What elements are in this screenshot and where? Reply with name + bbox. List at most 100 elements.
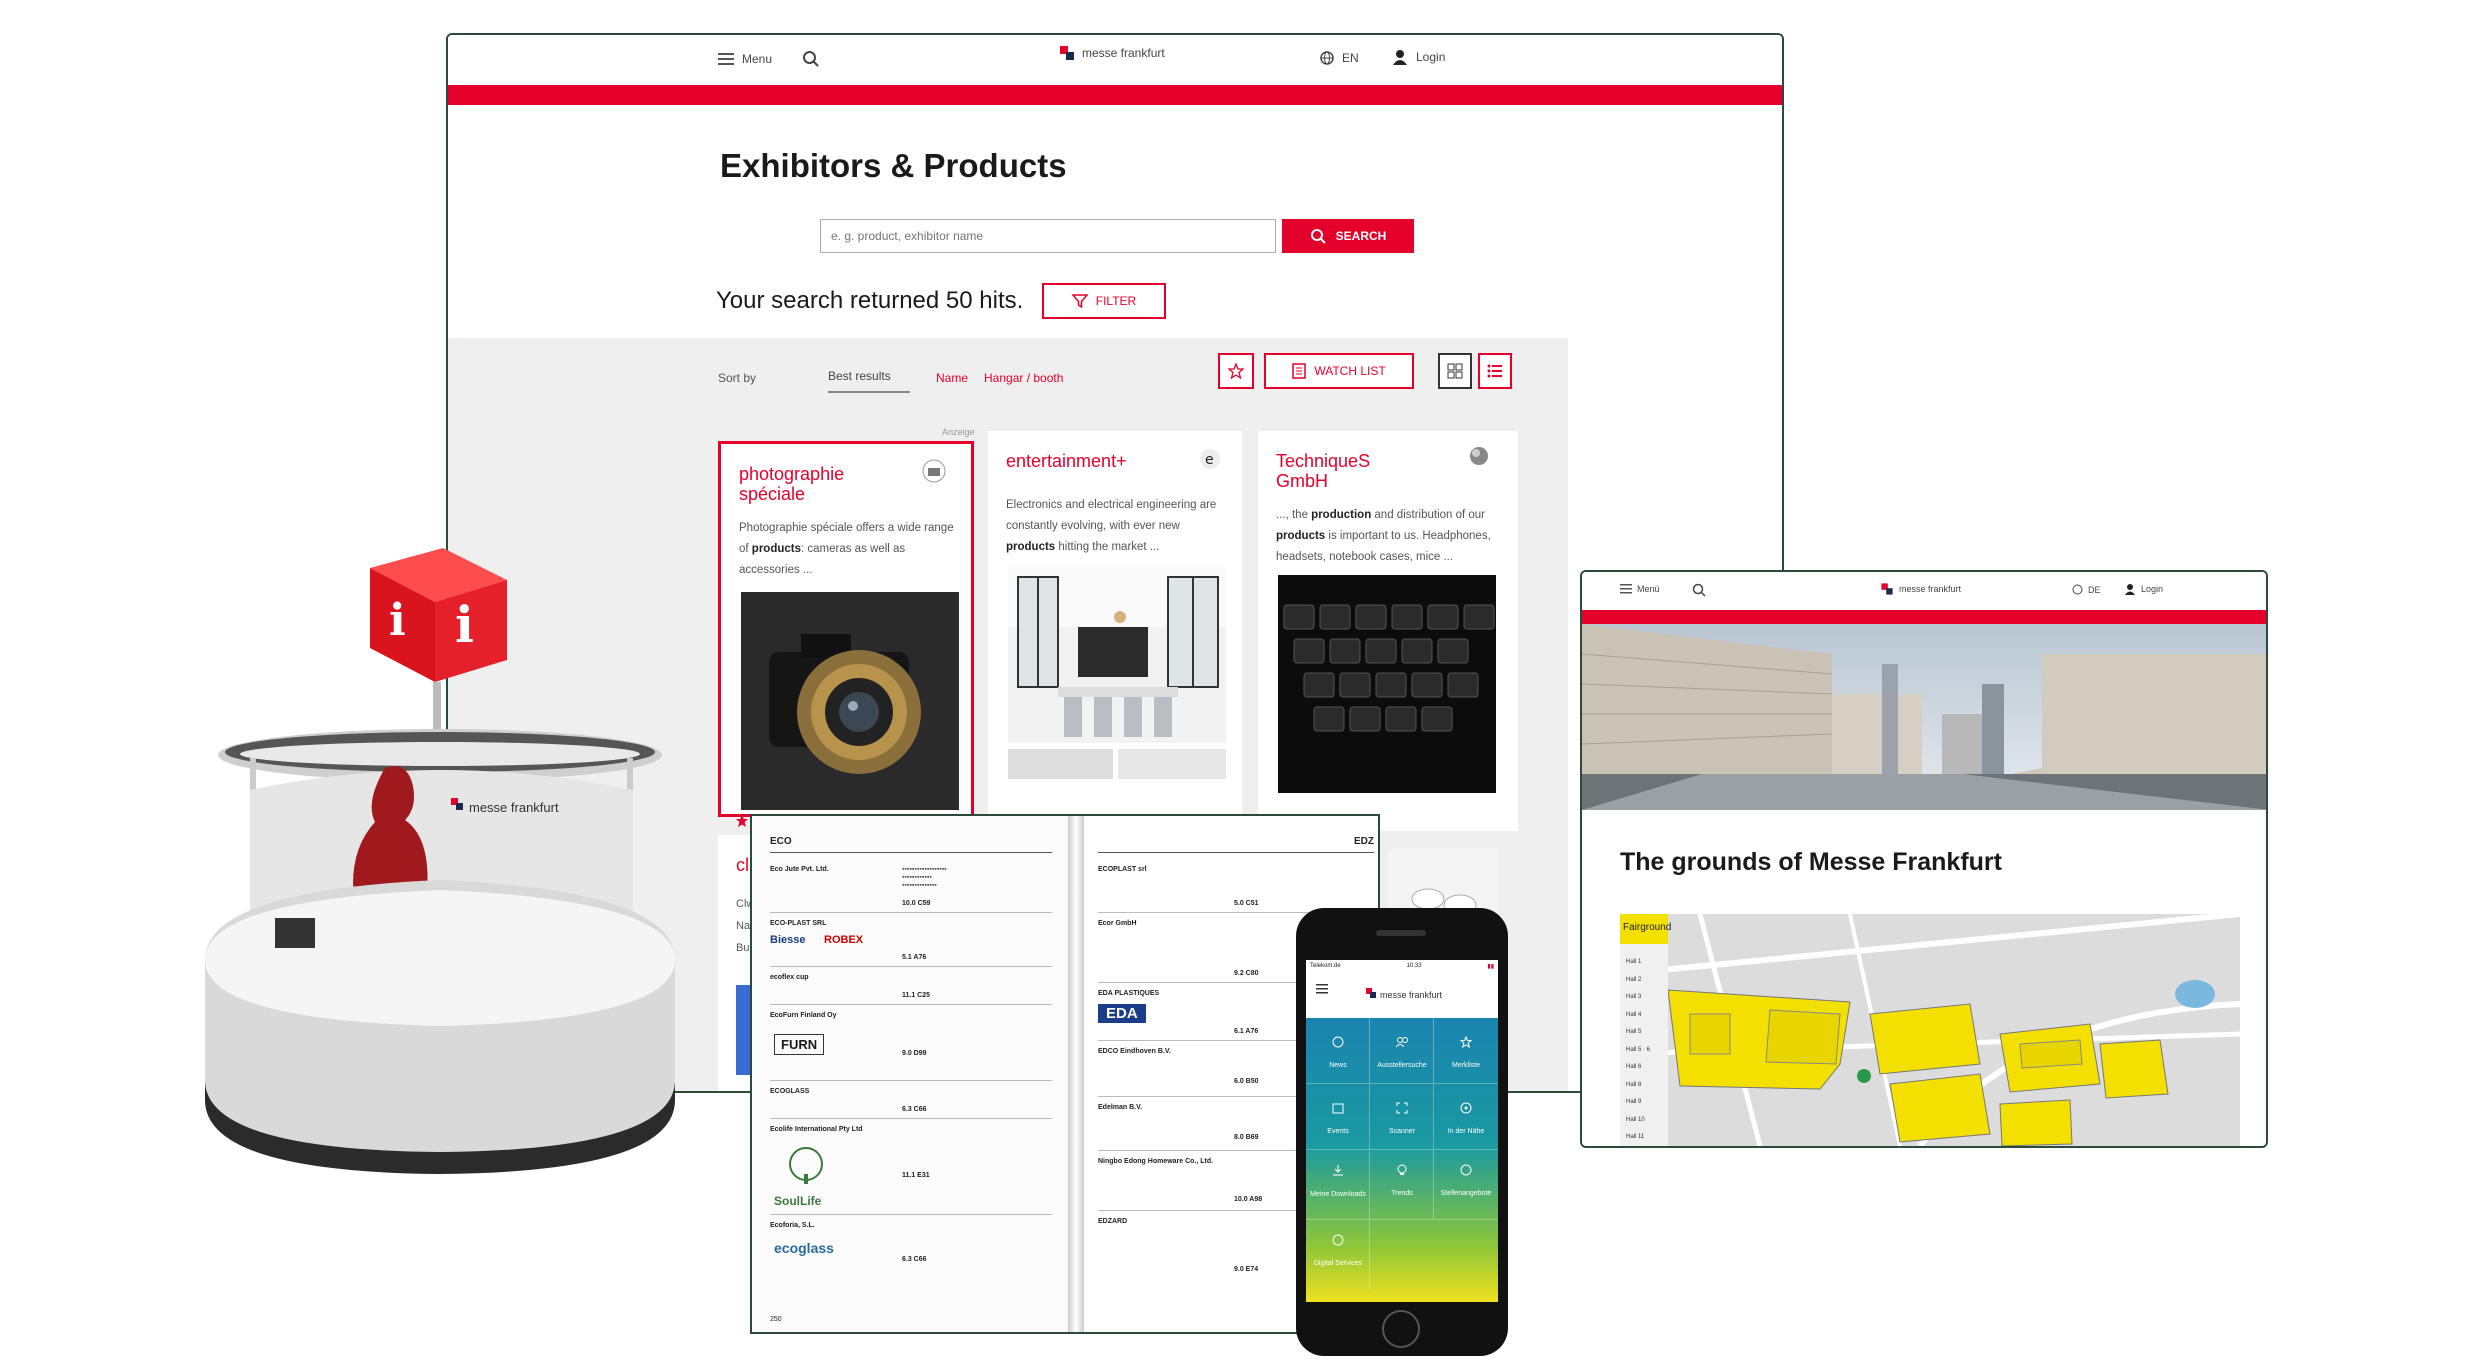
brand-stripe [1582,610,2266,624]
login-button[interactable]: Login [1392,49,1445,65]
document-icon [1292,363,1307,379]
menu-label: Menu [742,52,773,66]
brand-logo[interactable]: messe frankfurt [1060,46,1165,60]
tile-exhibitor-search[interactable]: Ausstellersuche [1370,1018,1434,1084]
logo-mark-icon [1060,46,1074,60]
home-button[interactable] [1382,1310,1420,1348]
office-photo [1008,567,1226,743]
circle-icon [1460,1164,1472,1176]
star-icon [1460,1036,1472,1048]
login-button[interactable]: Login [2124,583,2163,595]
tile-events[interactable]: Events [1306,1084,1370,1150]
tile-scanner[interactable]: Scanner [1370,1084,1434,1150]
catalog-entry: ecoflex cup [770,974,809,981]
catalog-logo-biesse: Biesse [770,934,806,946]
globe-icon [2072,584,2083,595]
exhibitor-logo-icon [1470,447,1488,465]
tile-trends[interactable]: Trends [1370,1150,1434,1220]
catalog-booth: 5.0 C51 [1234,900,1259,907]
counter-brand: messe frankfurt [469,800,559,815]
card-title: entertainment+ [1006,451,1127,471]
filter-button[interactable]: FILTER [1042,283,1166,319]
phone-screen: Telekom.de 10:33 ▮▮ messe frankfurt News A… [1306,960,1498,1302]
catalog-entry: Ecor GmbH [1098,920,1137,927]
grid-view-button[interactable] [1438,353,1472,389]
watchlist-button[interactable]: WATCH LIST [1264,353,1414,389]
card-title: photographie spéciale [739,464,845,504]
login-label: Login [1416,50,1446,64]
tablet-heading: The grounds of Messe Frankfurt [1620,848,2002,876]
catalog-logo-eda: EDA [1098,1004,1146,1023]
tile-jobs[interactable]: Stellenangebote [1434,1150,1498,1220]
search-button-label: SEARCH [1335,229,1387,243]
sort-option-name[interactable]: Name [936,371,968,385]
catalog-booth: 10.0 A98 [1234,1196,1263,1203]
circle-icon [1332,1234,1344,1246]
map-legend-title: Fairground [1620,914,1671,944]
list-view-button[interactable] [1478,353,1512,389]
sort-option-hangar[interactable]: Hangar / booth [984,371,1063,385]
people-icon [1396,1037,1408,1048]
catalog-booth: 6.3 C66 [902,1106,927,1113]
map-hall-list: Hall 1 Hall 2 Hall 3 Hall 4 Hall 5 Hall … [1626,959,1651,1140]
star-icon[interactable] [735,814,749,828]
map-drawing [1619,911,2241,1146]
hamburger-icon [718,53,734,65]
brand-name: messe frankfurt [1082,46,1165,60]
tile-nearby[interactable]: In der Nähe [1434,1084,1498,1150]
hamburger-icon [1620,584,1632,594]
tile-digital-services[interactable]: Digital Services [1306,1220,1370,1290]
catalog-booth: 8.0 B69 [1234,1134,1259,1141]
exhibitor-card-1[interactable]: photographie spéciale Photographie spéci… [718,441,974,827]
grid-icon [1447,363,1463,379]
user-icon [1393,50,1407,65]
fairground-photo [1582,624,2266,810]
lightbulb-icon [1397,1164,1407,1175]
watchlist-label: WATCH LIST [1314,364,1386,378]
catalog-left-header: ECO [770,836,792,847]
catalog-entry: EDZARD [1098,1218,1128,1225]
catalog-entry: ECOPLAST srl [1098,866,1147,873]
results-count: Your search returned 50 hits. [716,287,1024,314]
language-switch[interactable]: EN [1320,51,1359,65]
exhibitor-logo-icon [922,459,946,483]
exhibitor-card-3[interactable]: TechniqueS GmbH ..., the production and … [1258,431,1518,939]
search-icon [1310,229,1326,244]
info-sign-right: i [455,595,474,654]
phone-tile-grid: News Ausstellersuche Merkliste Events Sc… [1306,1018,1498,1302]
info-counter-illustration: i i messe frankfurt [205,548,675,1174]
catalog-entry: Edelman B.V. [1098,1104,1143,1111]
scanner-icon [1396,1102,1408,1114]
card-title: TechniqueS GmbH [1276,451,1371,491]
smartphone: Telekom.de 10:33 ▮▮ messe frankfurt News A… [1296,908,1508,1356]
printed-catalog: ECO Eco Jute Pvt. Ltd. ▪▪▪▪▪▪▪▪▪▪▪▪▪▪▪▪▪… [750,814,1380,1334]
book-spine [1068,816,1084,1332]
tile-downloads[interactable]: Meine Downloads [1306,1150,1370,1220]
catalog-logo-robex: ROBEX [824,934,864,946]
search-input[interactable] [820,219,1276,253]
fairground-map[interactable]: Fairground Hall 1 Hall 2 Hall 3 Hall 4 H… [1619,911,2241,1146]
search-button[interactable]: SEARCH [1282,219,1414,253]
sort-option-best[interactable]: Best results [828,369,910,393]
catalog-booth: 10.0 C59 [902,900,931,907]
exhibitor-card-2[interactable]: entertainment+ Electronics and electrica… [988,431,1242,831]
catalog-entry: Ningbo Edong Homeware Co., Ltd. [1098,1158,1214,1165]
search-toggle[interactable] [802,50,820,68]
brand-logo[interactable]: messe frankfurt [1880,582,1961,596]
hamburger-icon[interactable] [1316,984,1328,994]
tablet-screenshot: Menü messe frankfurt DE Login The ground… [1580,570,2268,1148]
filter-label: FILTER [1095,294,1137,308]
phone-brand: messe frankfurt [1380,990,1443,1000]
catalog-booth: 11.1 E31 [902,1172,930,1179]
funnel-icon [1071,294,1088,308]
menu-button[interactable]: Menu [718,52,772,66]
favorite-button[interactable] [1218,353,1254,389]
tile-watchlist[interactable]: Merkliste [1434,1018,1498,1084]
phone-statusbar: Telekom.de 10:33 ▮▮ [1306,960,1498,974]
tile-news[interactable]: News [1306,1018,1370,1084]
catalog-entry: EDCO Eindhoven B.V. [1098,1048,1171,1055]
language-switch[interactable]: DE [2072,584,2101,595]
card-description: ..., the production and distribution of … [1276,509,1491,563]
search-icon[interactable] [1692,583,1706,597]
menu-button[interactable]: Menü [1620,584,1660,594]
